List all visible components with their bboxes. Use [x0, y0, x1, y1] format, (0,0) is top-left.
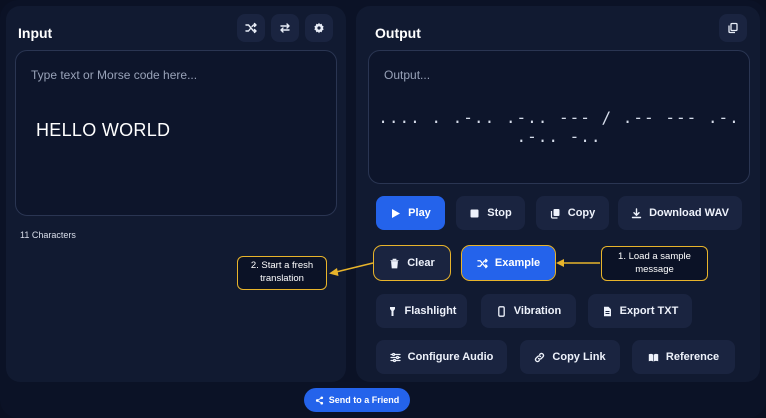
input-placeholder: Type text or Morse code here...	[31, 68, 198, 82]
gear-icon	[314, 22, 324, 34]
morse-output: .... . .-.. .-.. --- / .-- --- .-. .-.. …	[378, 108, 740, 146]
input-textarea[interactable]: Type text or Morse code here... HELLO WO…	[15, 50, 337, 216]
stop-label: Stop	[487, 207, 512, 219]
copy-link-label: Copy Link	[552, 351, 606, 363]
example-button[interactable]: Example	[461, 245, 556, 281]
share-icon	[315, 395, 323, 405]
download-wav-label: Download WAV	[649, 207, 729, 219]
send-to-friend-label: Send to a Friend	[328, 395, 400, 405]
callout-sample-message-text: 1. Load a sample message	[618, 250, 691, 275]
play-icon	[392, 208, 401, 218]
stop-icon	[470, 209, 479, 217]
swap-button[interactable]	[271, 14, 299, 42]
export-txt-button[interactable]: Export TXT	[588, 294, 692, 328]
flashlight-icon	[389, 306, 395, 316]
flashlight-button[interactable]: Flashlight	[376, 294, 467, 328]
link-icon	[535, 352, 545, 362]
download-icon	[631, 207, 642, 218]
output-placeholder: Output...	[384, 68, 431, 82]
copy-icon	[728, 22, 738, 34]
file-icon	[603, 306, 611, 316]
reference-button[interactable]: Reference	[632, 340, 735, 374]
character-count: 11 Characters	[20, 230, 76, 240]
app-frame: Input Type text or Morse code here... HE…	[0, 0, 766, 418]
output-panel: Output Output... .... . .-.. .-.. --- / …	[356, 6, 760, 382]
copy-label: Copy	[567, 207, 596, 219]
callout-fresh-translation: 2. Start a fresh translation	[237, 256, 327, 290]
play-button[interactable]: Play	[376, 196, 445, 230]
settings-button[interactable]	[305, 14, 333, 42]
flashlight-label: Flashlight	[404, 305, 457, 317]
send-to-friend-button[interactable]: Send to a Friend	[304, 388, 410, 412]
clear-button[interactable]: Clear	[373, 245, 451, 281]
shuffle-icon	[477, 258, 488, 268]
vibration-label: Vibration	[513, 305, 562, 317]
input-value: HELLO WORLD	[36, 120, 171, 140]
output-textarea[interactable]: Output... .... . .-.. .-.. --- / .-- ---…	[368, 50, 750, 184]
output-panel-title: Output	[375, 25, 421, 41]
download-wav-button[interactable]: Download WAV	[618, 196, 742, 230]
vibration-button[interactable]: Vibration	[481, 294, 576, 328]
configure-audio-label: Configure Audio	[407, 351, 494, 363]
copy-link-button[interactable]: Copy Link	[520, 340, 620, 374]
configure-audio-button[interactable]: Configure Audio	[376, 340, 507, 374]
copy-output-button[interactable]	[719, 14, 747, 42]
copy-icon	[550, 208, 560, 219]
shuffle-button[interactable]	[237, 14, 265, 42]
input-panel-title: Input	[18, 25, 53, 41]
callout-sample-message: 1. Load a sample message	[601, 246, 708, 281]
example-label: Example	[494, 257, 541, 269]
book-icon	[648, 353, 659, 362]
phone-icon	[497, 305, 505, 317]
reference-label: Reference	[665, 351, 720, 363]
stop-button[interactable]: Stop	[456, 196, 525, 230]
input-panel: Input Type text or Morse code here... HE…	[6, 6, 346, 382]
callout-fresh-translation-text: 2. Start a fresh translation	[250, 260, 314, 284]
copy-button[interactable]: Copy	[536, 196, 609, 230]
swap-icon	[280, 23, 290, 33]
clear-label: Clear	[407, 257, 435, 269]
play-label: Play	[408, 207, 431, 219]
export-txt-label: Export TXT	[619, 305, 679, 317]
sliders-icon	[390, 352, 401, 362]
trash-icon	[390, 258, 399, 268]
shuffle-icon	[245, 22, 257, 34]
